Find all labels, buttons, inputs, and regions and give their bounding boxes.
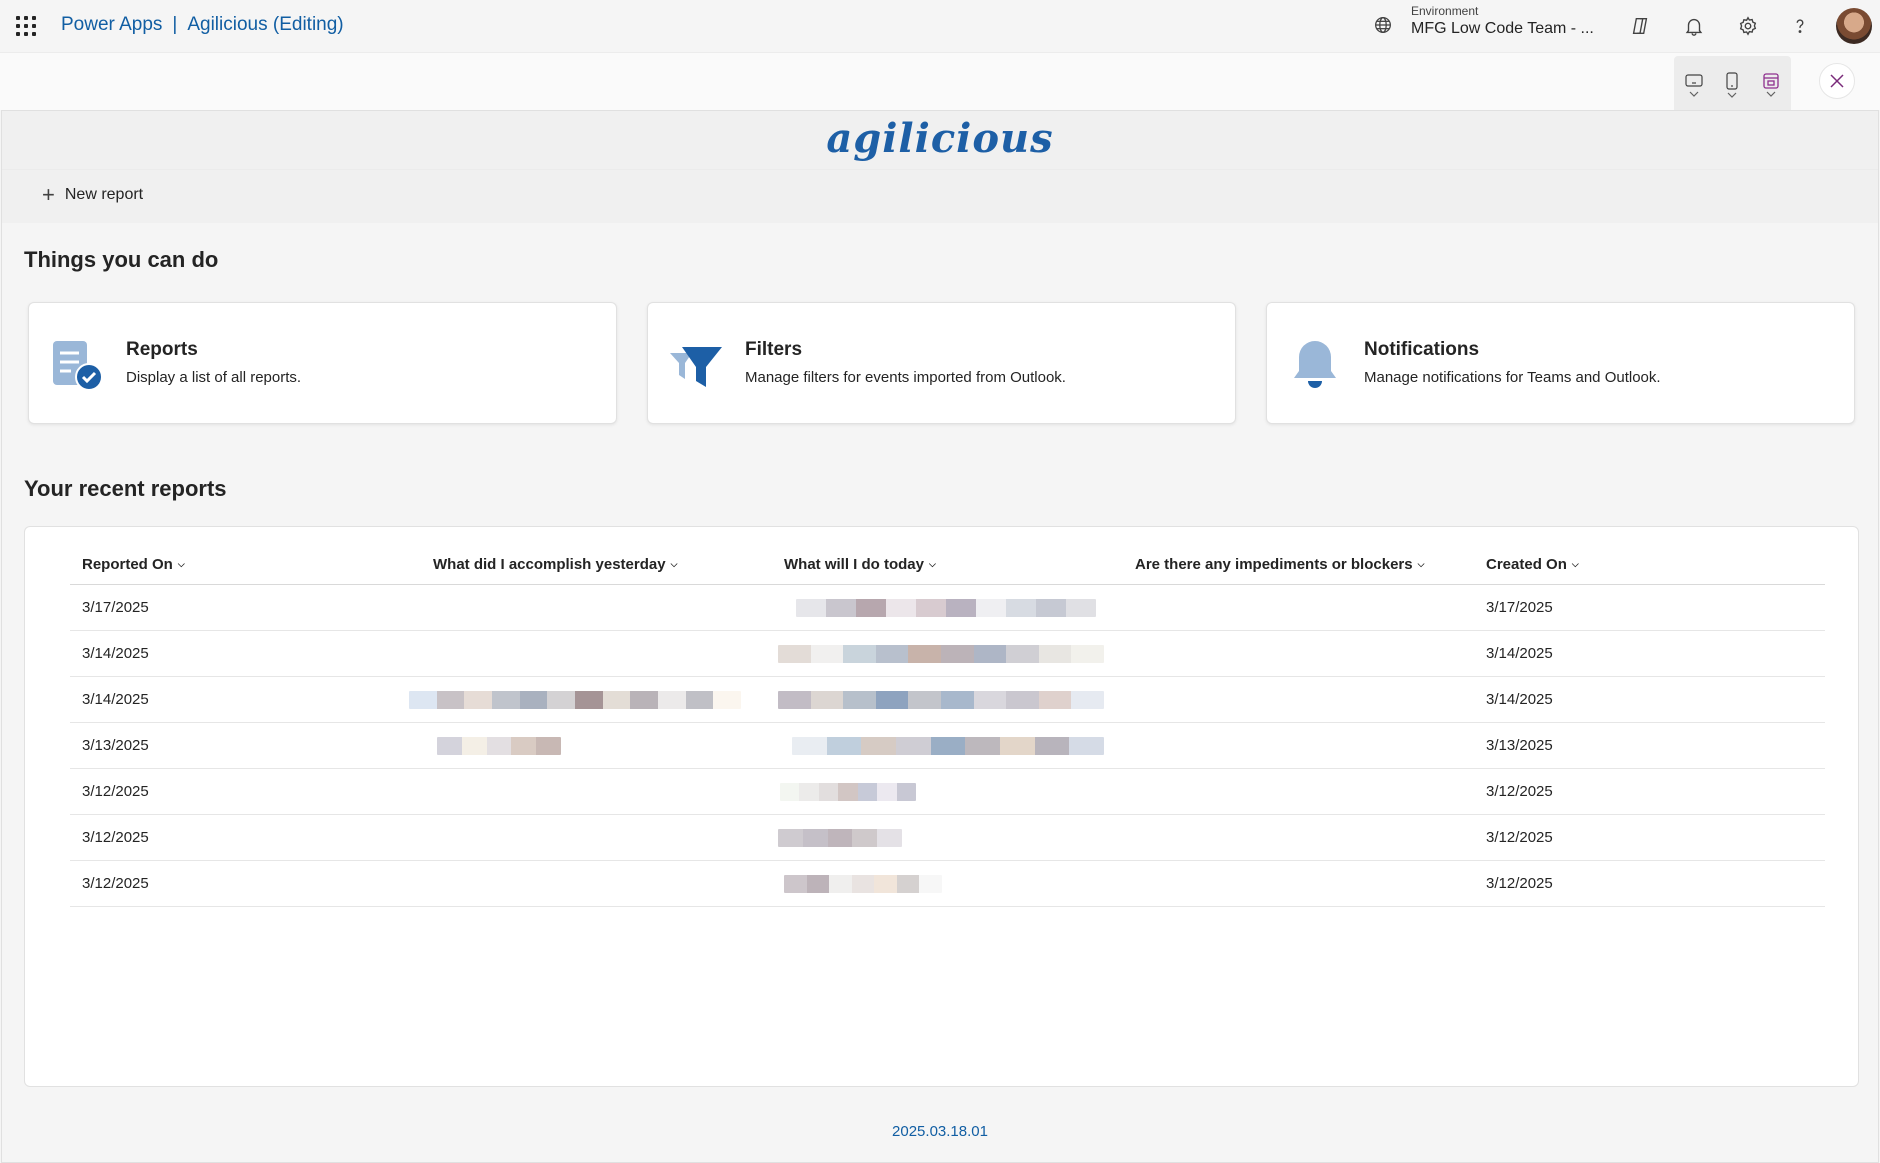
chevron-down-icon: [1689, 91, 1699, 97]
filters-card-description: Manage filters for events imported from …: [745, 369, 1066, 386]
table-row[interactable]: 3/12/2025 3/12/2025: [70, 861, 1825, 907]
reported-on-cell: 3/17/2025: [82, 599, 149, 616]
things-you-can-do-heading: Things you can do: [24, 247, 219, 272]
redacted-text: [778, 690, 1104, 709]
reports-card-title: Reports: [126, 339, 198, 360]
user-avatar[interactable]: [1836, 8, 1872, 44]
app-canvas: agilicious + New report Things you can d…: [1, 110, 1879, 1163]
chevron-down-icon: ⌵: [929, 559, 936, 569]
top-bar: Power Apps | Agilicious (Editing) Enviro…: [0, 0, 1880, 52]
notifications-card[interactable]: Notifications Manage notifications for T…: [1266, 302, 1855, 424]
filters-card-title: Filters: [745, 339, 803, 360]
accomplished-cell: [409, 690, 772, 709]
created-on-cell: 3/14/2025: [1486, 645, 1553, 662]
column-header-accomplished[interactable]: What did I accomplish yesterday ⌵: [421, 545, 772, 584]
chevron-down-icon: ⌵: [177, 559, 185, 569]
table-row[interactable]: 3/14/2025 3/14/2025: [70, 677, 1825, 723]
power-apps-link[interactable]: Power Apps: [61, 14, 162, 36]
created-on-cell: 3/14/2025: [1486, 691, 1553, 708]
filter-icon: [670, 347, 722, 387]
today-cell: [772, 598, 1123, 617]
app-launcher-icon[interactable]: [14, 14, 38, 38]
column-header-reported-on[interactable]: Reported On ⌵: [70, 545, 421, 584]
reported-on-cell: 3/13/2025: [82, 737, 149, 754]
reported-on-cell: 3/12/2025: [82, 875, 149, 892]
today-cell: [772, 690, 1123, 709]
agilicious-logo: agilicious: [826, 115, 1054, 162]
recent-reports-grid: Reported On ⌵ What did I accomplish yeste…: [70, 545, 1825, 907]
copilot-icon[interactable]: [1626, 12, 1654, 40]
grid-header-row: Reported On ⌵ What did I accomplish yeste…: [70, 545, 1825, 585]
help-icon[interactable]: [1786, 12, 1814, 40]
column-header-today[interactable]: What will I do today ⌵: [772, 545, 1123, 584]
plus-icon: +: [42, 182, 55, 207]
notifications-card-title: Notifications: [1364, 339, 1480, 360]
app-header: agilicious: [2, 111, 1878, 169]
redacted-text: [792, 736, 1104, 755]
bell-icon: [1294, 341, 1336, 388]
redacted-text: [778, 828, 902, 847]
today-cell: [772, 736, 1123, 755]
environment-icon: [1375, 17, 1391, 33]
table-row[interactable]: 3/12/2025 3/12/2025: [70, 815, 1825, 861]
reported-on-cell: 3/12/2025: [82, 783, 149, 800]
created-on-cell: 3/12/2025: [1486, 829, 1553, 846]
reports-icon: [53, 341, 103, 391]
web-preview-button[interactable]: [1762, 73, 1780, 97]
chevron-down-icon: [1728, 92, 1737, 98]
column-header-blockers[interactable]: Are there any impediments or blockers ⌵: [1123, 545, 1474, 584]
created-on-cell: 3/13/2025: [1486, 737, 1553, 754]
today-cell: [772, 782, 1123, 801]
app-breadcrumb: Power Apps | Agilicious (Editing): [61, 14, 344, 36]
column-header-created-on[interactable]: Created On ⌵: [1474, 545, 1825, 584]
chevron-down-icon: [1766, 91, 1776, 97]
redacted-text: [437, 736, 561, 755]
close-preview-button[interactable]: [1819, 63, 1855, 99]
created-on-cell: 3/12/2025: [1486, 875, 1553, 892]
reported-on-cell: 3/12/2025: [82, 829, 149, 846]
phone-preview-button[interactable]: [1725, 72, 1739, 98]
tablet-preview-button[interactable]: [1685, 73, 1703, 97]
filters-card[interactable]: Filters Manage filters for events import…: [647, 302, 1236, 424]
redacted-text: [784, 874, 942, 893]
new-report-button[interactable]: + New report: [42, 182, 144, 207]
recent-reports-panel: Reported On ⌵ What did I accomplish yeste…: [24, 526, 1859, 1087]
table-row[interactable]: 3/13/2025 3/13/2025: [70, 723, 1825, 769]
app-title[interactable]: Agilicious (Editing): [187, 14, 343, 36]
settings-gear-icon[interactable]: [1734, 12, 1762, 40]
created-on-cell: 3/12/2025: [1486, 783, 1553, 800]
redacted-text: [796, 598, 1096, 617]
chevron-down-icon: ⌵: [1417, 559, 1425, 569]
notifications-card-description: Manage notifications for Teams and Outlo…: [1364, 369, 1661, 386]
reported-on-cell: 3/14/2025: [82, 645, 149, 662]
today-cell: [772, 644, 1123, 663]
redacted-text: [780, 782, 916, 801]
breadcrumb-separator: |: [172, 14, 178, 35]
new-report-label: New report: [64, 186, 144, 203]
today-cell: [772, 828, 1123, 847]
reports-card[interactable]: Reports Display a list of all reports.: [28, 302, 617, 424]
app-version: 2025.03.18.01: [892, 1123, 988, 1140]
table-row[interactable]: 3/17/2025 3/17/2025: [70, 585, 1825, 631]
chevron-down-icon: ⌵: [1571, 559, 1579, 569]
redacted-text: [409, 690, 741, 709]
accomplished-cell: [421, 736, 772, 755]
created-on-cell: 3/17/2025: [1486, 599, 1553, 616]
table-row[interactable]: 3/12/2025 3/12/2025: [70, 769, 1825, 815]
recent-reports-heading: Your recent reports: [24, 476, 227, 501]
studio-strip: [0, 52, 1880, 110]
notifications-bell-icon[interactable]: [1680, 12, 1708, 40]
command-bar: + New report: [2, 169, 1878, 223]
reports-card-description: Display a list of all reports.: [126, 369, 302, 386]
chevron-down-icon: ⌵: [670, 559, 678, 569]
today-cell: [772, 874, 1123, 893]
device-preview-group: [1674, 56, 1791, 110]
environment-picker[interactable]: MFG Low Code Team - ...: [1411, 20, 1594, 38]
table-row[interactable]: 3/14/2025 3/14/2025: [70, 631, 1825, 677]
redacted-text: [778, 644, 1104, 663]
close-icon: [1830, 74, 1844, 88]
reported-on-cell: 3/14/2025: [82, 691, 149, 708]
environment-label: Environment: [1411, 4, 1479, 18]
